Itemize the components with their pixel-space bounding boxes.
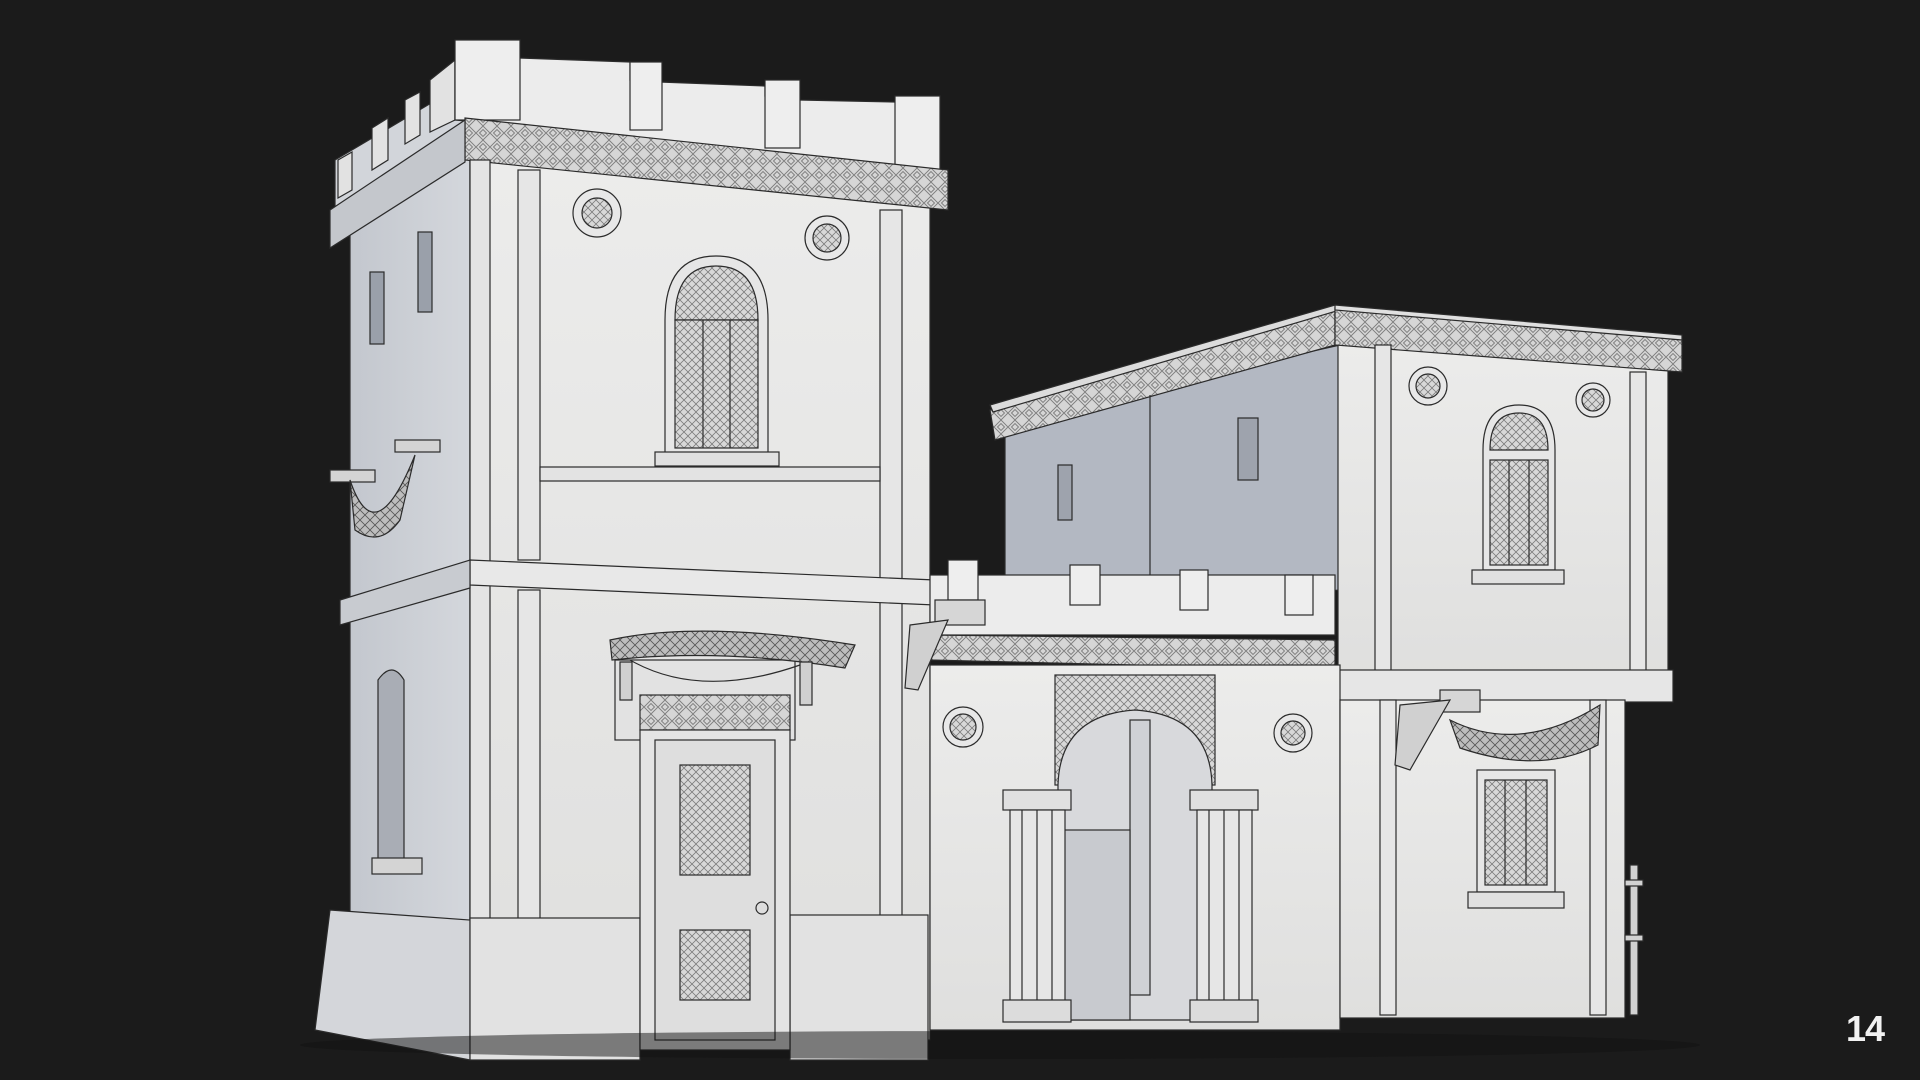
render-canvas: 14 xyxy=(0,0,1920,1080)
right-lower-window xyxy=(1467,769,1565,909)
ground-shadow xyxy=(300,1031,1700,1059)
page-number: 14 xyxy=(1845,1008,1885,1049)
tower-arched-window xyxy=(654,255,780,467)
right-upper-arched-window xyxy=(1471,404,1565,585)
tower-door[interactable] xyxy=(614,659,796,1051)
tower xyxy=(314,39,949,1061)
building-render xyxy=(300,39,1700,1061)
drainpipe xyxy=(1624,864,1644,1016)
